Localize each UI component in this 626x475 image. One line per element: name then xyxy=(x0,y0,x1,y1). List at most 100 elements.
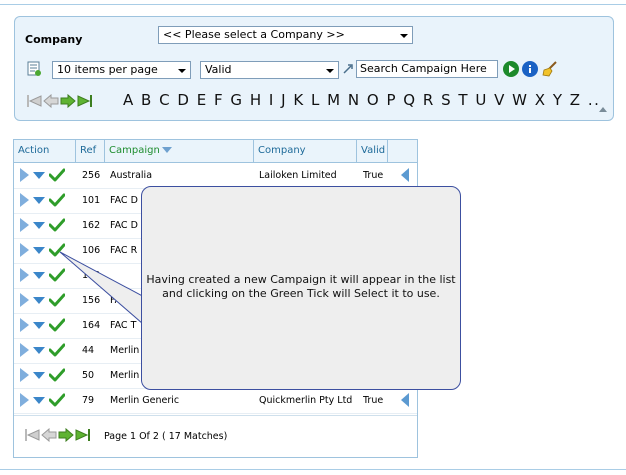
expand-icon[interactable] xyxy=(33,221,45,229)
select-tick-icon[interactable] xyxy=(49,318,65,332)
row-detail-icon[interactable] xyxy=(401,168,409,182)
prev-page-icon[interactable] xyxy=(43,94,59,108)
search-campaign-input[interactable]: Search Campaign Here xyxy=(356,60,498,78)
top-divider xyxy=(0,4,626,5)
view-icon[interactable] xyxy=(20,343,29,357)
first-page-icon[interactable] xyxy=(26,94,42,108)
expand-icon[interactable] xyxy=(33,196,45,204)
bottom-divider xyxy=(0,469,626,470)
info-icon[interactable] xyxy=(522,61,538,77)
letter-link[interactable]: W xyxy=(512,91,528,109)
letter-link[interactable]: L xyxy=(311,91,321,109)
row-actions xyxy=(20,168,65,182)
select-tick-icon[interactable] xyxy=(49,218,65,232)
grid-pager: Page 1 Of 2 ( 17 Matches) xyxy=(14,415,417,456)
first-page-icon[interactable] xyxy=(24,428,40,442)
view-icon[interactable] xyxy=(20,318,29,332)
next-page-icon[interactable] xyxy=(60,94,76,108)
expand-icon[interactable] xyxy=(33,271,45,279)
header-valid[interactable]: Valid xyxy=(357,140,388,162)
select-tick-icon[interactable] xyxy=(49,268,65,282)
letter-link[interactable]: P xyxy=(386,91,397,109)
letter-link[interactable]: G xyxy=(230,91,243,109)
header-ref[interactable]: Ref xyxy=(76,140,105,162)
letter-link[interactable]: T xyxy=(458,91,469,109)
cell-campaign: Australia xyxy=(110,170,153,181)
expand-icon[interactable] xyxy=(33,346,45,354)
letter-link[interactable]: U xyxy=(475,91,487,109)
company-select-value: << Please select a Company >> xyxy=(163,28,345,41)
cell-ref: 44 xyxy=(82,345,95,356)
letter-link[interactable]: M xyxy=(327,91,341,109)
letter-link[interactable]: K xyxy=(293,91,304,109)
tooltip-callout: Having created a new Campaign it will ap… xyxy=(141,186,461,390)
header-company[interactable]: Company xyxy=(254,140,357,162)
chevron-down-icon xyxy=(400,34,408,38)
letter-link[interactable]: J xyxy=(281,91,287,109)
header-action[interactable]: Action xyxy=(14,140,76,162)
last-page-icon[interactable] xyxy=(75,428,91,442)
row-actions xyxy=(20,293,65,307)
letter-link[interactable]: N xyxy=(348,91,361,109)
swap-icon[interactable] xyxy=(342,63,354,80)
letter-link[interactable]: X xyxy=(535,91,547,109)
view-icon[interactable] xyxy=(20,218,29,232)
letter-link[interactable]: O xyxy=(367,91,380,109)
letter-link[interactable]: A xyxy=(123,91,135,109)
items-per-page-select[interactable]: 10 items per page xyxy=(52,61,191,79)
expand-icon[interactable] xyxy=(33,371,45,379)
letter-link[interactable]: H xyxy=(250,91,263,109)
header-campaign[interactable]: Campaign xyxy=(105,140,254,162)
view-icon[interactable] xyxy=(20,393,29,407)
last-page-icon[interactable] xyxy=(77,94,93,108)
letter-link[interactable]: S xyxy=(441,91,452,109)
letter-link[interactable]: E xyxy=(197,91,208,109)
select-tick-icon[interactable] xyxy=(49,393,65,407)
expand-icon[interactable] xyxy=(33,296,45,304)
letter-link[interactable]: D xyxy=(177,91,190,109)
view-icon[interactable] xyxy=(20,268,29,282)
row-detail-icon[interactable] xyxy=(401,393,409,407)
row-actions xyxy=(20,368,65,382)
letter-link[interactable]: V xyxy=(494,91,506,109)
row-actions xyxy=(20,343,65,357)
letter-link[interactable]: C xyxy=(159,91,171,109)
expand-icon[interactable] xyxy=(33,246,45,254)
view-icon[interactable] xyxy=(20,168,29,182)
letter-link[interactable]: Z xyxy=(570,91,582,109)
page-settings-icon[interactable] xyxy=(26,61,42,80)
expand-icon[interactable] xyxy=(33,321,45,329)
letter-nav-arrows xyxy=(26,94,93,108)
expand-icon[interactable] xyxy=(33,396,45,404)
select-tick-icon[interactable] xyxy=(49,368,65,382)
letter-link[interactable]: B xyxy=(141,91,153,109)
next-page-icon[interactable] xyxy=(58,428,74,442)
letter-link[interactable]: Y xyxy=(553,91,564,109)
letter-link[interactable]: R xyxy=(423,91,435,109)
clear-broom-icon[interactable] xyxy=(541,60,559,81)
expand-icon[interactable] xyxy=(33,171,45,179)
view-icon[interactable] xyxy=(20,193,29,207)
collapse-panel-icon[interactable] xyxy=(599,107,607,112)
valid-select[interactable]: Valid xyxy=(200,61,339,79)
pager-arrows xyxy=(24,428,91,442)
select-tick-icon[interactable] xyxy=(49,168,65,182)
view-icon[interactable] xyxy=(20,243,29,257)
cell-ref: 164 xyxy=(82,320,101,331)
row-actions xyxy=(20,318,65,332)
cell-ref: 79 xyxy=(82,395,95,406)
go-button[interactable] xyxy=(503,61,519,77)
row-actions xyxy=(20,393,65,407)
select-tick-icon[interactable] xyxy=(49,343,65,357)
letter-link[interactable]: I xyxy=(269,91,275,109)
valid-select-value: Valid xyxy=(205,63,232,76)
company-select[interactable]: << Please select a Company >> xyxy=(158,26,413,44)
view-icon[interactable] xyxy=(20,293,29,307)
view-icon[interactable] xyxy=(20,368,29,382)
prev-page-icon[interactable] xyxy=(41,428,57,442)
select-tick-icon[interactable] xyxy=(49,293,65,307)
letter-link[interactable]: F xyxy=(214,91,224,109)
letter-link[interactable]: Q xyxy=(403,91,416,109)
select-tick-icon[interactable] xyxy=(49,193,65,207)
select-tick-icon[interactable] xyxy=(49,243,65,257)
